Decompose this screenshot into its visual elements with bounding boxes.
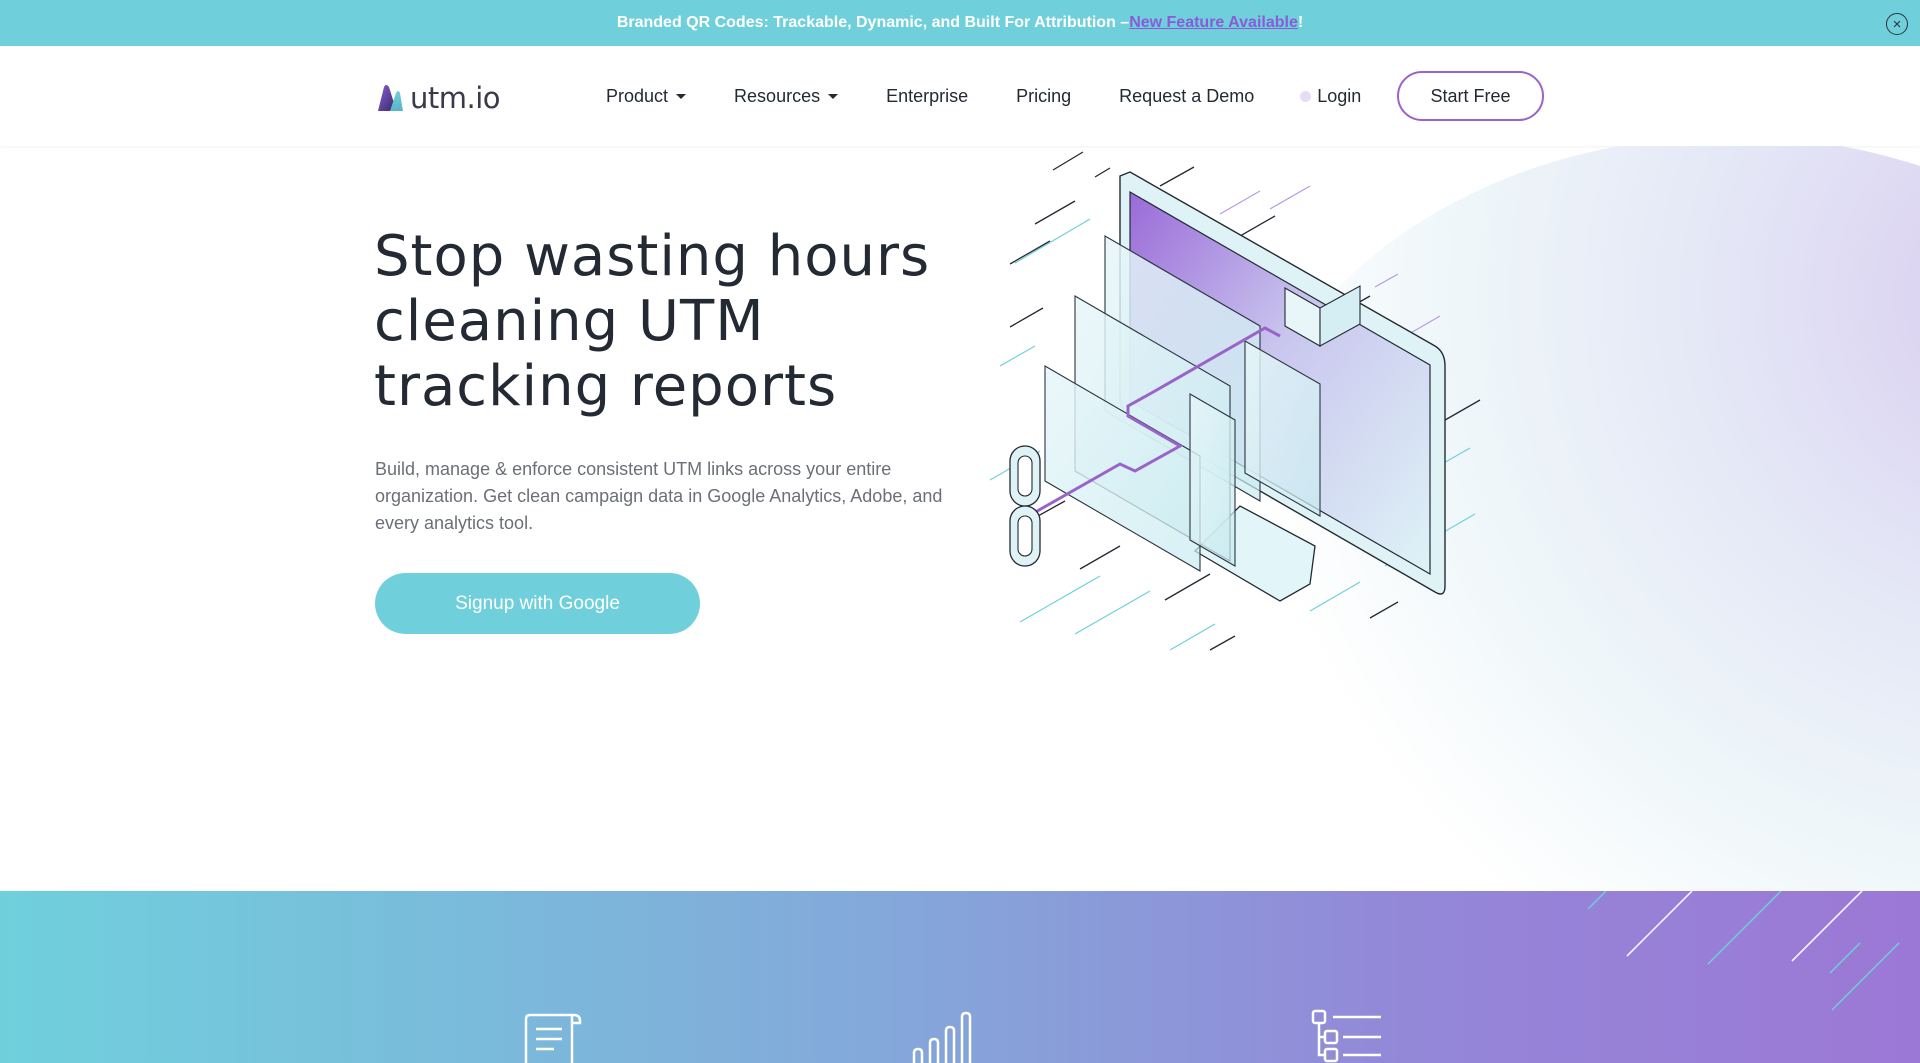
nav-product-label: Product: [606, 86, 669, 106]
logo[interactable]: utm.io: [376, 81, 501, 115]
nav-request-demo[interactable]: Request a Demo: [1119, 86, 1254, 107]
monitor-illustration: [989, 151, 1481, 651]
chevron-down-icon: [828, 94, 839, 99]
bar-signal-icon: [912, 1011, 972, 1063]
nav-resources-label: Resources: [734, 86, 821, 106]
new-feature-link[interactable]: New Feature Available: [1129, 14, 1298, 32]
start-free-button[interactable]: Start Free: [1397, 71, 1544, 121]
hero-subtitle: Build, manage & enforce consistent UTM l…: [375, 459, 943, 533]
banner-suffix: !: [1297, 14, 1304, 31]
nav-request-demo-label: Request a Demo: [1119, 86, 1255, 106]
tree-list-icon: [1311, 1009, 1381, 1063]
nav-login[interactable]: Login: [1300, 86, 1361, 107]
nav-product[interactable]: Product: [606, 86, 687, 107]
document-scroll-icon: [524, 1013, 582, 1063]
hero-title-line-1: Stop wasting hours: [374, 224, 931, 289]
close-icon[interactable]: ×: [1886, 13, 1908, 35]
logo-text: utm.io: [410, 81, 501, 115]
signup-google-label: Signup with Google: [455, 592, 620, 614]
hero-title: Stop wasting hours cleaning UTM tracking…: [374, 224, 974, 419]
signup-google-button[interactable]: Signup with Google: [375, 573, 700, 634]
hero-title-line-2: cleaning UTM: [374, 289, 765, 354]
nav-enterprise-label: Enterprise: [886, 86, 969, 106]
hero-title-line-3: tracking reports: [374, 354, 838, 419]
nav-pricing-label: Pricing: [1016, 86, 1072, 106]
features-band: [0, 891, 1920, 1063]
chevron-down-icon: [676, 94, 687, 99]
nav-pricing[interactable]: Pricing: [1016, 86, 1071, 107]
utm-logo-icon: [378, 85, 403, 111]
banner-text: Branded QR Codes: Trackable, Dynamic, an…: [616, 14, 1130, 31]
nav-enterprise[interactable]: Enterprise: [886, 86, 968, 107]
nav-resources[interactable]: Resources: [734, 86, 839, 107]
start-free-label: Start Free: [1430, 85, 1511, 106]
announcement-banner: Branded QR Codes: Trackable, Dynamic, an…: [0, 0, 1920, 46]
nav-login-label: Login: [1317, 86, 1362, 106]
login-dot-icon: [1300, 91, 1312, 102]
main-menu: Product Resources Enterprise Pricing Req…: [606, 86, 1409, 107]
top-navigation: utm.io Product Resources Enterprise Pric…: [0, 46, 1920, 146]
